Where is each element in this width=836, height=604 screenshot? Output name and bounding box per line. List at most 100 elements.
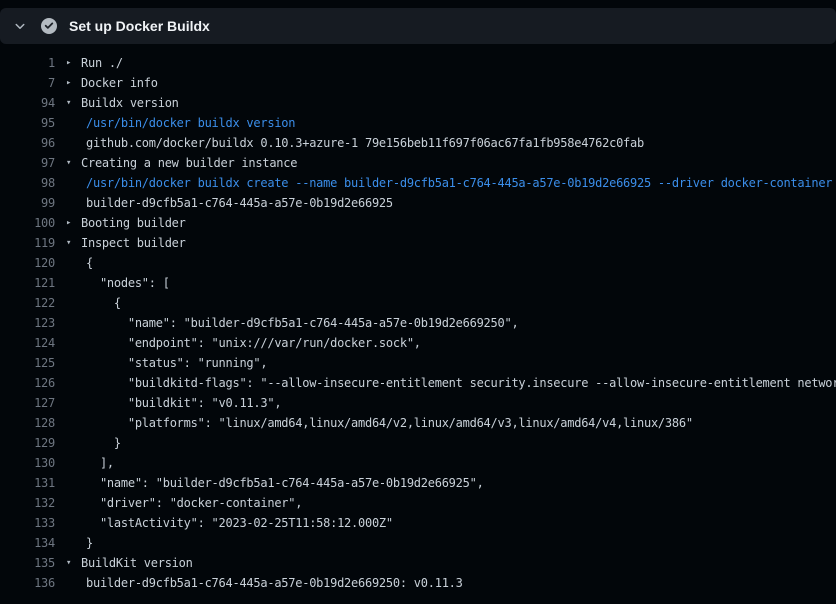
- marker-spacer: [55, 173, 81, 193]
- log-line: 96 github.com/docker/buildx 0.10.3+azure-…: [0, 133, 836, 153]
- log-line: 120{: [0, 253, 836, 273]
- line-number-link[interactable]: 135: [0, 553, 55, 573]
- group-title[interactable]: BuildKit version: [81, 553, 193, 573]
- line-number-link[interactable]: 130: [0, 453, 55, 473]
- log-text: "driver": "docker-container",: [81, 493, 302, 513]
- log-line: 130 ],: [0, 453, 836, 473]
- log-text: {: [81, 293, 121, 313]
- step-header[interactable]: Set up Docker Buildx: [0, 8, 836, 44]
- chevron-right-icon[interactable]: ▸: [55, 53, 81, 73]
- log-line: 123 "name": "builder-d9cfb5a1-c764-445a-…: [0, 313, 836, 333]
- chevron-down-icon[interactable]: ▾: [55, 93, 81, 113]
- log-text: "buildkit": "v0.11.3",: [81, 393, 281, 413]
- log-line: 126 "buildkitd-flags": "--allow-insecure…: [0, 373, 836, 393]
- log-text: "buildkitd-flags": "--allow-insecure-ent…: [81, 373, 836, 393]
- line-number-link[interactable]: 7: [0, 73, 55, 93]
- log-container: 1▸Run ./7▸Docker info94▾Buildx version95…: [0, 44, 836, 593]
- line-number-link[interactable]: 124: [0, 333, 55, 353]
- log-line: 131 "name": "builder-d9cfb5a1-c764-445a-…: [0, 473, 836, 493]
- log-text: "name": "builder-d9cfb5a1-c764-445a-a57e…: [81, 473, 484, 493]
- marker-spacer: [55, 113, 81, 133]
- line-number-link[interactable]: 121: [0, 273, 55, 293]
- log-text: }: [81, 533, 93, 553]
- log-line: 135▾BuildKit version: [0, 553, 836, 573]
- marker-spacer: [55, 573, 81, 593]
- line-number-link[interactable]: 119: [0, 233, 55, 253]
- line-number-link[interactable]: 122: [0, 293, 55, 313]
- chevron-down-icon[interactable]: [14, 20, 26, 32]
- marker-spacer: [55, 353, 81, 373]
- log-line: 99 builder-d9cfb5a1-c764-445a-a57e-0b19d2…: [0, 193, 836, 213]
- log-line: 1▸Run ./: [0, 53, 836, 73]
- marker-spacer: [55, 313, 81, 333]
- marker-spacer: [55, 473, 81, 493]
- log-line: 122 {: [0, 293, 836, 313]
- log-line: 128 "platforms": "linux/amd64,linux/amd6…: [0, 413, 836, 433]
- check-circle-icon: [41, 18, 57, 34]
- line-number-link[interactable]: 128: [0, 413, 55, 433]
- line-number-link[interactable]: 95: [0, 113, 55, 133]
- marker-spacer: [55, 273, 81, 293]
- log-line: 134}: [0, 533, 836, 553]
- marker-spacer: [55, 333, 81, 353]
- log-text: "platforms": "linux/amd64,linux/amd64/v2…: [81, 413, 693, 433]
- group-title[interactable]: Buildx version: [81, 93, 179, 113]
- log-text: github.com/docker/buildx 0.10.3+azure-1 …: [81, 133, 644, 153]
- marker-spacer: [55, 493, 81, 513]
- chevron-right-icon[interactable]: ▸: [55, 73, 81, 93]
- chevron-down-icon[interactable]: ▾: [55, 153, 81, 173]
- marker-spacer: [55, 373, 81, 393]
- line-number-link[interactable]: 132: [0, 493, 55, 513]
- chevron-down-icon[interactable]: ▾: [55, 233, 81, 253]
- group-title[interactable]: Booting builder: [81, 213, 186, 233]
- line-number-link[interactable]: 134: [0, 533, 55, 553]
- step-title: Set up Docker Buildx: [69, 18, 210, 34]
- log-line: 121 "nodes": [: [0, 273, 836, 293]
- line-number-link[interactable]: 129: [0, 433, 55, 453]
- log-line: 133 "lastActivity": "2023-02-25T11:58:12…: [0, 513, 836, 533]
- log-line: 127 "buildkit": "v0.11.3",: [0, 393, 836, 413]
- group-title[interactable]: Docker info: [81, 73, 158, 93]
- log-text: ],: [81, 453, 114, 473]
- line-number-link[interactable]: 131: [0, 473, 55, 493]
- line-number-link[interactable]: 133: [0, 513, 55, 533]
- line-number-link[interactable]: 120: [0, 253, 55, 273]
- marker-spacer: [55, 253, 81, 273]
- line-number-link[interactable]: 100: [0, 213, 55, 233]
- group-title[interactable]: Inspect builder: [81, 233, 186, 253]
- log-text: }: [81, 433, 121, 453]
- group-title[interactable]: Run ./: [81, 53, 123, 73]
- log-line: 94▾Buildx version: [0, 93, 836, 113]
- log-line: 125 "status": "running",: [0, 353, 836, 373]
- line-number-link[interactable]: 126: [0, 373, 55, 393]
- log-text: builder-d9cfb5a1-c764-445a-a57e-0b19d2e6…: [81, 193, 393, 213]
- log-line: 95/usr/bin/docker buildx version: [0, 113, 836, 133]
- marker-spacer: [55, 533, 81, 553]
- line-number-link[interactable]: 127: [0, 393, 55, 413]
- log-text: "status": "running",: [81, 353, 267, 373]
- group-title[interactable]: Creating a new builder instance: [81, 153, 297, 173]
- command-text: /usr/bin/docker buildx create --name bui…: [81, 173, 832, 193]
- command-text: /usr/bin/docker buildx version: [81, 113, 295, 133]
- marker-spacer: [55, 453, 81, 473]
- line-number-link[interactable]: 94: [0, 93, 55, 113]
- marker-spacer: [55, 133, 81, 153]
- line-number-link[interactable]: 123: [0, 313, 55, 333]
- line-number-link[interactable]: 99: [0, 193, 55, 213]
- line-number-link[interactable]: 125: [0, 353, 55, 373]
- line-number-link[interactable]: 1: [0, 53, 55, 73]
- marker-spacer: [55, 413, 81, 433]
- line-number-link[interactable]: 97: [0, 153, 55, 173]
- chevron-down-icon[interactable]: ▾: [55, 553, 81, 573]
- line-number-link[interactable]: 98: [0, 173, 55, 193]
- log-text: "lastActivity": "2023-02-25T11:58:12.000…: [81, 513, 393, 533]
- chevron-right-icon[interactable]: ▸: [55, 213, 81, 233]
- log-line: 119▾Inspect builder: [0, 233, 836, 253]
- log-text: "endpoint": "unix:///var/run/docker.sock…: [81, 333, 421, 353]
- marker-spacer: [55, 393, 81, 413]
- line-number-link[interactable]: 136: [0, 573, 55, 593]
- log-line: 129 }: [0, 433, 836, 453]
- line-number-link[interactable]: 96: [0, 133, 55, 153]
- log-line: 136builder-d9cfb5a1-c764-445a-a57e-0b19d…: [0, 573, 836, 593]
- log-line: 100▸Booting builder: [0, 213, 836, 233]
